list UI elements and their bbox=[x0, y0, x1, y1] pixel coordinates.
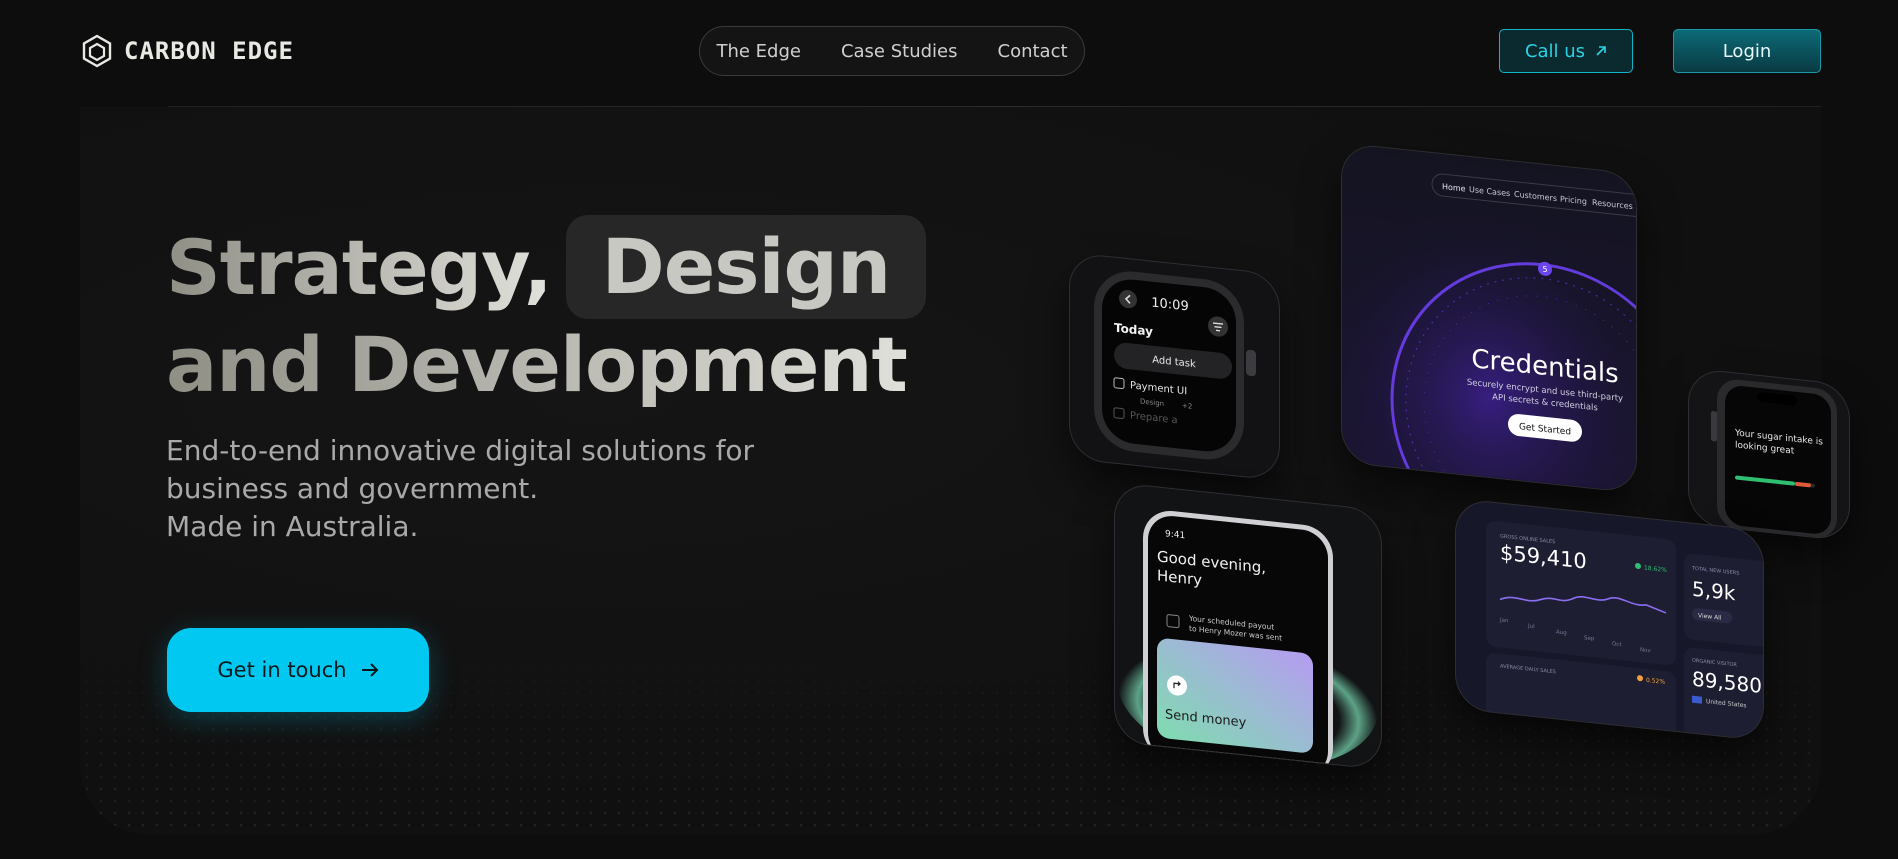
showcase-card-watch: 10:09 Today Add task Payment UI Design +… bbox=[1070, 253, 1279, 480]
dashboard-mockup: GROSS ONLINE SALES $59,410 18.62% Jan Ju… bbox=[1486, 521, 1763, 741]
get-in-touch-label: Get in touch bbox=[217, 658, 347, 682]
showcase-card-dashboard: GROSS ONLINE SALES $59,410 18.62% Jan Ju… bbox=[1456, 498, 1763, 741]
subtext-line-3: Made in Australia. bbox=[166, 510, 419, 543]
svg-text:5: 5 bbox=[1542, 265, 1547, 275]
arrow-right-icon bbox=[361, 663, 378, 677]
subtext-line-1: End-to-end innovative digital solutions … bbox=[166, 434, 755, 467]
month-jan: Jan bbox=[1499, 617, 1509, 624]
headline-strategy: Strategy, bbox=[166, 223, 553, 312]
send-money-card[interactable] bbox=[1157, 637, 1313, 753]
month-jul: Jul bbox=[1527, 623, 1535, 630]
nav-link-contact[interactable]: Contact bbox=[998, 41, 1068, 62]
brand-logo[interactable]: CARBON EDGE bbox=[80, 34, 294, 68]
month-sep: Sep bbox=[1584, 635, 1595, 642]
watch-task-1-count: +2 bbox=[1182, 401, 1192, 411]
month-aug: Aug bbox=[1556, 629, 1567, 636]
flag-icon bbox=[1692, 695, 1702, 704]
new-users-value: 5,9k bbox=[1692, 577, 1736, 606]
hexagon-cube-icon bbox=[82, 34, 112, 68]
login-label: Login bbox=[1722, 40, 1772, 62]
brand-name: CARBON EDGE bbox=[124, 37, 294, 65]
headline-design-pill: Design bbox=[565, 215, 927, 319]
headline-development: and Development bbox=[166, 319, 926, 411]
banking-phone-mockup: 9:41 Good evening, Henry Your scheduled … bbox=[1118, 510, 1378, 769]
month-oct: Oct bbox=[1612, 641, 1622, 648]
main-nav: The Edge Case Studies Contact bbox=[699, 26, 1085, 76]
hero-headline: Strategy, Design and Development bbox=[166, 215, 927, 411]
credentials-mockup: Home Use Cases Customers Pricing Resourc… bbox=[1342, 143, 1636, 493]
watch-mockup: 10:09 Today Add task Payment UI Design +… bbox=[1094, 271, 1256, 460]
subtext-line-2: business and government. bbox=[166, 472, 539, 505]
call-us-button[interactable]: Call us bbox=[1499, 29, 1633, 73]
call-us-label: Call us bbox=[1524, 40, 1586, 62]
nav-link-case-studies[interactable]: Case Studies bbox=[841, 41, 958, 62]
month-nov: Nov bbox=[1640, 647, 1651, 654]
nav-link-the-edge[interactable]: The Edge bbox=[716, 41, 801, 62]
showcase-card-banking-phone: 9:41 Good evening, Henry Your scheduled … bbox=[1115, 483, 1381, 769]
hero-subtext: End-to-end innovative digital solutions … bbox=[166, 432, 866, 546]
header: CARBON EDGE The Edge Case Studies Contac… bbox=[0, 0, 1898, 106]
login-button[interactable]: Login bbox=[1673, 29, 1821, 73]
showcase-card-health-phone: Your sugar intake is looking great bbox=[1689, 368, 1849, 541]
get-in-touch-button[interactable]: Get in touch bbox=[167, 628, 429, 712]
arrow-up-right-icon bbox=[1596, 46, 1606, 56]
health-phone-mockup: Your sugar intake is looking great bbox=[1711, 379, 1837, 538]
showcase-card-credentials: Home Use Cases Customers Pricing Resourc… bbox=[1342, 143, 1636, 493]
banking-time: 9:41 bbox=[1165, 529, 1185, 541]
